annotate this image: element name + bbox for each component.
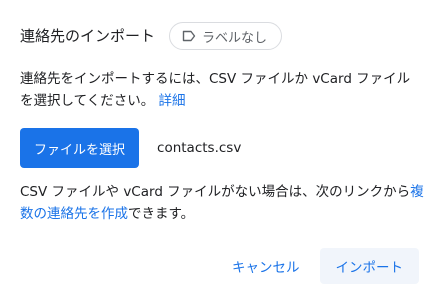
no-file-note: CSV ファイルや vCard ファイルがない場合は、次のリンクから複数の連絡先… (20, 181, 425, 225)
dialog-actions: キャンセル インポート (220, 248, 419, 284)
select-file-button[interactable]: ファイルを選択 (20, 128, 140, 168)
learn-more-link[interactable]: 詳細 (159, 93, 186, 109)
dialog-header: 連絡先のインポート ラベルなし (20, 20, 283, 52)
note-text-after: できます。 (128, 206, 195, 222)
label-chip-text: ラベルなし (202, 30, 268, 46)
description-text: 連絡先をインポートするには、CSV ファイルか vCard ファイルを選択してく… (20, 71, 411, 109)
label-chip[interactable]: ラベルなし (169, 22, 283, 50)
cancel-button[interactable]: キャンセル (220, 248, 312, 284)
label-outline-icon (182, 30, 196, 42)
selected-file-name: contacts.csv (157, 140, 242, 156)
note-text-before: CSV ファイルや vCard ファイルがない場合は、次のリンクから (20, 184, 411, 200)
dialog-title: 連絡先のインポート (20, 27, 156, 45)
import-button[interactable]: インポート (319, 248, 419, 284)
file-select-row: ファイルを選択 contacts.csv (20, 128, 241, 168)
dialog-description: 連絡先をインポートするには、CSV ファイルか vCard ファイルを選択してく… (20, 68, 420, 112)
import-contacts-dialog: 連絡先のインポート ラベルなし 連絡先をインポートするには、CSV ファイルか … (0, 0, 433, 285)
